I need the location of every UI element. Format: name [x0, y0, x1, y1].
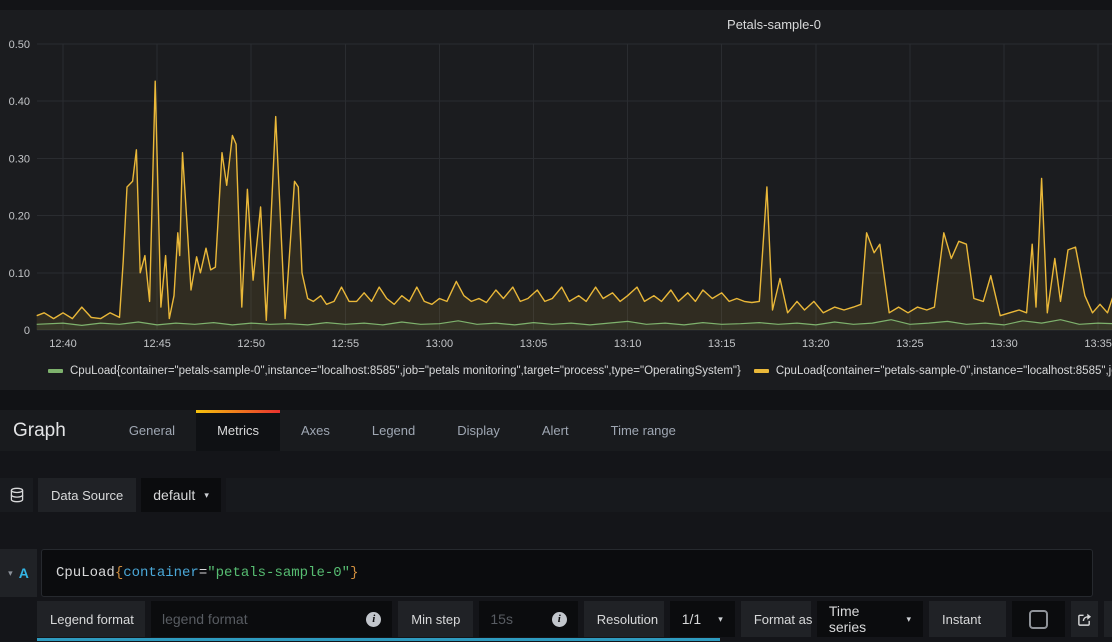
query-token: { [115, 565, 123, 581]
resolution-value: 1/1 [682, 611, 701, 627]
legend-format-label: Legend format [37, 601, 145, 637]
clipped-toolbar-box [1104, 601, 1112, 637]
query-ref-letter[interactable]: A [19, 565, 29, 581]
datasource-row-filler [226, 478, 1112, 512]
x-axis-tick-label: 12:50 [237, 338, 265, 350]
query-token: } [350, 565, 358, 581]
info-icon[interactable]: i [552, 612, 567, 627]
y-axis-tick-label: 0.10 [9, 268, 30, 280]
x-axis-tick-label: 13:35 [1084, 338, 1112, 350]
legend-format-placeholder: legend format [162, 611, 248, 627]
tab-time-range[interactable]: Time range [590, 410, 697, 451]
query-token: container [123, 565, 199, 581]
min-step-placeholder: 15s [490, 611, 513, 627]
instant-label: Instant [929, 601, 1006, 637]
chart-legend: CpuLoad{container="petals-sample-0",inst… [48, 361, 1112, 381]
format-as-value: Time series [829, 603, 898, 635]
cpuload-yellow-area [37, 81, 1112, 330]
x-axis-tick-label: 13:15 [708, 338, 736, 350]
editor-tabbar: Graph GeneralMetricsAxesLegendDisplayAle… [0, 410, 1112, 451]
x-axis-tick-label: 13:05 [520, 338, 548, 350]
query-token: CpuLoad [56, 565, 115, 581]
format-as-select[interactable]: Time series ▾ [817, 601, 923, 637]
legend-item[interactable]: CpuLoad{container="petals-sample-0",inst… [754, 365, 1112, 377]
legend-swatch [754, 369, 769, 373]
tab-display[interactable]: Display [436, 410, 521, 451]
share-icon [1077, 612, 1092, 627]
datasource-select[interactable]: default ▾ [141, 478, 221, 512]
x-axis-tick-label: 13:10 [614, 338, 642, 350]
resolution-select[interactable]: 1/1 ▾ [670, 601, 735, 637]
min-step-input[interactable]: 15s i [479, 601, 577, 637]
database-icon [9, 487, 25, 503]
query-expression-input[interactable]: CpuLoad{container="petals-sample-0"} [41, 549, 1093, 597]
x-axis-tick-label: 12:45 [143, 338, 171, 350]
query-ref-box[interactable]: ▾ A [0, 549, 37, 597]
datasource-value: default [153, 487, 195, 503]
editor-tabs: GeneralMetricsAxesLegendDisplayAlertTime… [108, 410, 697, 451]
panel-editor-divider [0, 390, 1112, 410]
datasource-row: Data Source default ▾ [0, 478, 1112, 512]
info-icon[interactable]: i [366, 612, 381, 627]
collapse-caret-icon[interactable]: ▾ [8, 568, 13, 579]
metrics-tab-content: Data Source default ▾ ▾ A CpuLoad{contai… [0, 451, 1112, 642]
y-axis-tick-label: 0.50 [9, 39, 30, 51]
legend-label: CpuLoad{container="petals-sample-0",inst… [70, 365, 741, 377]
x-axis-tick-label: 13:30 [990, 338, 1018, 350]
x-axis-tick-label: 13:25 [896, 338, 924, 350]
datasource-icon-box [0, 478, 33, 512]
resolution-label: Resolution [584, 601, 664, 637]
tab-metrics[interactable]: Metrics [196, 410, 280, 451]
chevron-down-icon: ▾ [204, 491, 209, 500]
query-token: "petals-sample-0" [207, 565, 350, 581]
tab-alert[interactable]: Alert [521, 410, 590, 451]
focused-element-top-edge [37, 638, 720, 641]
legend-swatch [48, 369, 63, 373]
x-axis-tick-label: 12:55 [332, 338, 360, 350]
y-axis-tick-label: 0.20 [9, 211, 30, 223]
query-options-row: Legend format legend format i Min step 1… [37, 601, 1112, 637]
y-axis-tick-label: 0.30 [9, 153, 30, 165]
legend-label: CpuLoad{container="petals-sample-0",inst… [776, 365, 1112, 377]
tab-axes[interactable]: Axes [280, 410, 351, 451]
chevron-down-icon: ▾ [907, 615, 912, 624]
y-axis-tick-label: 0.40 [9, 96, 30, 108]
instant-checkbox-box [1012, 601, 1065, 637]
datasource-label: Data Source [38, 478, 136, 512]
legend-item[interactable]: CpuLoad{container="petals-sample-0",inst… [48, 365, 741, 377]
min-step-label: Min step [398, 601, 473, 637]
format-as-label: Format as [741, 601, 811, 637]
time-series-chart[interactable]: 0 0.10 0.20 0.30 0.40 0.50 12:40 12:45 12:50 12:5… [0, 24, 1112, 364]
x-axis-tick-label: 13:00 [426, 338, 454, 350]
legend-format-input[interactable]: legend format i [151, 601, 392, 637]
chevron-down-icon: ▾ [718, 615, 723, 624]
query-row: ▾ A CpuLoad{container="petals-sample-0"} [0, 549, 1112, 597]
y-axis-tick-label: 0 [24, 325, 30, 337]
instant-checkbox[interactable] [1029, 610, 1048, 629]
tab-general[interactable]: General [108, 410, 196, 451]
editor-heading: Graph [13, 420, 66, 442]
x-axis-tick-label: 13:20 [802, 338, 830, 350]
graph-panel: Petals-sample-0 00.100.200.300.400.5012:… [0, 10, 1112, 390]
x-axis-tick-label: 12:40 [49, 338, 77, 350]
tab-legend[interactable]: Legend [351, 410, 436, 451]
share-button[interactable] [1071, 601, 1098, 637]
query-token: = [199, 565, 207, 581]
